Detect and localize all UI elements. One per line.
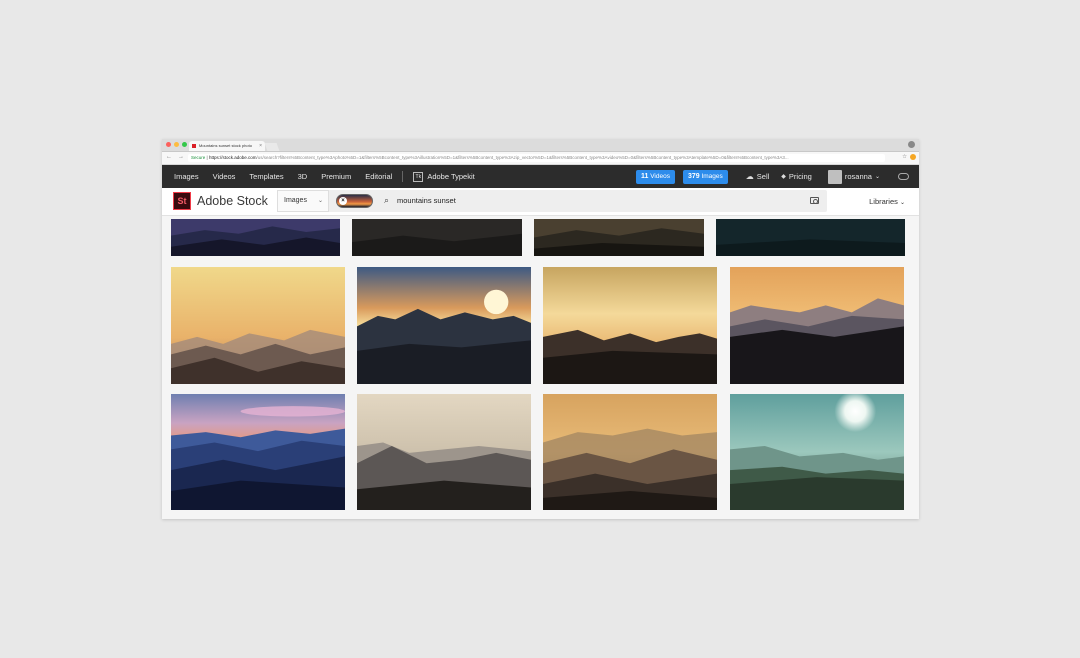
maximize-window-icon[interactable] bbox=[182, 142, 187, 147]
back-arrow-icon[interactable]: ← bbox=[166, 154, 172, 161]
forward-arrow-icon[interactable]: → bbox=[178, 154, 184, 161]
star-bookmark-icon[interactable]: ☆ bbox=[902, 154, 907, 160]
nav-premium[interactable]: Premium bbox=[321, 172, 351, 181]
nav-templates[interactable]: Templates bbox=[249, 172, 283, 181]
videos-count: 11 bbox=[640, 172, 649, 180]
user-menu[interactable]: rosanna ⌄ bbox=[827, 169, 880, 184]
content-type-select[interactable]: Images ⌄ bbox=[277, 190, 329, 212]
mountain-dusk-brown-image bbox=[534, 219, 704, 256]
result-thumbnail[interactable] bbox=[357, 394, 531, 510]
search-icon: ⌕ bbox=[384, 195, 390, 205]
sun-over-peaks-image bbox=[357, 267, 531, 384]
brand-name: Adobe Stock bbox=[197, 194, 268, 208]
pale-misty-valley-image bbox=[357, 394, 531, 510]
stock-top-nav: Images Videos Templates 3D Premium Edito… bbox=[162, 165, 919, 188]
results-grid bbox=[162, 214, 919, 519]
mountain-night-teal-image bbox=[716, 219, 905, 256]
chevron-down-icon: ⌄ bbox=[317, 198, 323, 204]
pricing-link[interactable]: ◆ Pricing bbox=[781, 172, 812, 181]
nav-divider bbox=[402, 171, 404, 182]
browser-window: Mountains sunset stock photo × ← → ↻ Sec… bbox=[162, 139, 919, 519]
url-host: https://stock.adobe.com bbox=[208, 155, 257, 160]
typekit-icon: Tk bbox=[413, 171, 424, 182]
chevron-down-icon: ⌄ bbox=[874, 174, 880, 180]
result-thumbnail[interactable] bbox=[171, 267, 345, 384]
creative-cloud-icon[interactable] bbox=[898, 173, 909, 180]
tag-icon: ◆ bbox=[781, 174, 786, 180]
images-count-label: Images bbox=[701, 172, 723, 180]
hazy-golden-ridges-image bbox=[171, 267, 345, 384]
minimize-window-icon[interactable] bbox=[174, 142, 179, 147]
nav-videos[interactable]: Videos bbox=[213, 172, 236, 181]
golden-layered-haze-image bbox=[543, 394, 717, 510]
remove-image-icon[interactable]: × bbox=[339, 197, 347, 205]
pink-cloud-blue-ridges-image bbox=[171, 394, 345, 510]
pricing-label: Pricing bbox=[788, 172, 812, 181]
url-field[interactable]: Secure | https://stock.adobe.com/us/sear… bbox=[188, 154, 885, 162]
nav-editorial[interactable]: Editorial bbox=[365, 172, 392, 181]
result-thumbnail[interactable] bbox=[716, 219, 905, 256]
videos-count-button[interactable]: 11 Videos bbox=[635, 169, 675, 184]
search-box: Images ⌄ × ⌕ mountains sunset bbox=[277, 190, 827, 212]
teal-sun-hills-image bbox=[730, 394, 904, 510]
orange-haze-peaks-image bbox=[730, 267, 904, 384]
nav-3d[interactable]: 3D bbox=[298, 172, 308, 181]
new-tab-button[interactable] bbox=[264, 143, 280, 151]
close-tab-icon[interactable]: × bbox=[259, 141, 262, 151]
search-row: St Adobe Stock Images ⌄ × ⌕ mountains su… bbox=[162, 188, 919, 216]
browser-profile-icon[interactable] bbox=[908, 141, 915, 148]
visual-search-thumbnail[interactable]: × bbox=[336, 194, 373, 208]
address-bar: ← → ↻ Secure | https://stock.adobe.com/u… bbox=[162, 152, 919, 165]
chevron-down-icon: ⌄ bbox=[899, 200, 905, 206]
result-thumbnail[interactable] bbox=[171, 219, 340, 256]
window-controls bbox=[166, 142, 187, 147]
result-thumbnail[interactable] bbox=[543, 394, 717, 510]
result-thumbnail[interactable] bbox=[171, 394, 345, 510]
golden-sky-silhouette-image bbox=[543, 267, 717, 384]
result-thumbnail[interactable] bbox=[730, 394, 904, 510]
close-window-icon[interactable] bbox=[166, 142, 171, 147]
browser-tab[interactable]: Mountains sunset stock photo × bbox=[189, 141, 265, 151]
images-count: 379 bbox=[687, 172, 700, 180]
stock-logo-icon: St bbox=[173, 192, 191, 210]
secure-label: Secure bbox=[191, 155, 206, 160]
tab-title: Mountains sunset stock photo bbox=[199, 143, 252, 148]
nav-images[interactable]: Images bbox=[174, 172, 199, 181]
sell-label: Sell bbox=[756, 172, 770, 181]
sell-link[interactable]: ☁ Sell bbox=[746, 172, 770, 181]
adobe-stock-favicon-icon bbox=[192, 144, 196, 148]
result-thumbnail[interactable] bbox=[730, 267, 904, 384]
cloud-upload-icon: ☁ bbox=[745, 172, 754, 181]
extension-icon[interactable] bbox=[910, 154, 916, 160]
result-thumbnail[interactable] bbox=[534, 219, 704, 256]
adobe-stock-logo[interactable]: St Adobe Stock bbox=[173, 192, 268, 210]
typekit-label: Adobe Typekit bbox=[427, 172, 475, 181]
avatar bbox=[827, 169, 842, 184]
mountain-night-dark-image bbox=[352, 219, 522, 256]
search-input[interactable]: mountains sunset bbox=[397, 190, 456, 212]
result-thumbnail[interactable] bbox=[352, 219, 522, 256]
browser-tab-strip: Mountains sunset stock photo × bbox=[162, 139, 919, 152]
result-thumbnail[interactable] bbox=[543, 267, 717, 384]
mountain-dusk-blue-image bbox=[171, 219, 340, 256]
content-type-value: Images bbox=[284, 197, 307, 204]
libraries-label: Libraries bbox=[869, 197, 898, 206]
libraries-menu[interactable]: Libraries ⌄ bbox=[869, 188, 905, 217]
result-thumbnail[interactable] bbox=[357, 267, 531, 384]
user-name: rosanna bbox=[844, 172, 872, 181]
nav-typekit[interactable]: Tk Adobe Typekit bbox=[413, 171, 475, 182]
camera-icon[interactable] bbox=[810, 197, 819, 204]
url-path: /us/search?filters%5Bcontent_type%3Aphot… bbox=[256, 155, 789, 160]
videos-count-label: Videos bbox=[650, 172, 670, 180]
images-count-button[interactable]: 379 Images bbox=[682, 169, 728, 184]
